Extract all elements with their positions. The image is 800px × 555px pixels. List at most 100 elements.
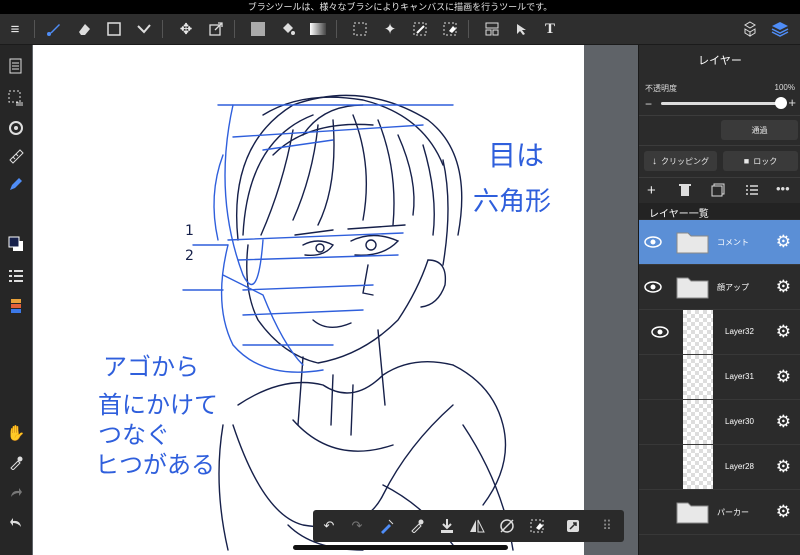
clipping-button[interactable]: ↓ クリッピング (644, 151, 717, 171)
layer-settings-gear-icon[interactable]: ⚙ (776, 457, 791, 477)
gradient-tool-button[interactable] (306, 17, 330, 41)
correction-icon (381, 519, 394, 534)
stroke-correction-button[interactable] (376, 515, 398, 537)
layer-name: Layer28 (725, 462, 754, 471)
visibility-eye-icon[interactable] (644, 235, 662, 249)
expand-icon (567, 520, 579, 532)
select-eraser-icon (530, 519, 544, 533)
layer-list-icon (9, 270, 23, 282)
opacity-decrease-button[interactable]: − (645, 97, 652, 111)
brush-icon (47, 24, 60, 36)
clear-selection-button[interactable] (526, 515, 548, 537)
eyedropper-quick-button[interactable] (406, 515, 428, 537)
layer-row-comment[interactable]: コメント ⚙ (639, 220, 800, 265)
save-quick-button[interactable] (436, 515, 458, 537)
annotation-line: 首にかけて (98, 391, 218, 419)
layer-row-layer31[interactable]: Layer31 ⚙ (639, 355, 800, 400)
pages-button[interactable] (3, 53, 29, 79)
move-tool-button[interactable]: ✥ (174, 17, 198, 41)
layer-panel: レイヤー 不透明度 100% − + 通過 ↓ クリッピング ■ ロック + •… (638, 45, 800, 555)
layer-settings-gear-icon[interactable]: ⚙ (776, 367, 791, 387)
layer-settings-gear-icon[interactable]: ⚙ (776, 412, 791, 432)
add-layer-button[interactable]: + (647, 182, 656, 199)
delete-layer-button[interactable] (679, 183, 691, 202)
annotation-line: つなぐ (98, 421, 170, 449)
magic-wand-button[interactable]: ✦ (378, 17, 402, 41)
select-all-button[interactable] (3, 85, 29, 111)
layer-name: コメント (717, 238, 749, 247)
blend-mode-button[interactable]: 通過 (721, 120, 798, 140)
fill-dots-tool-button[interactable] (132, 17, 156, 41)
color-square-icon (251, 22, 265, 36)
menu-icon[interactable]: ≡ (3, 17, 27, 41)
redo-button[interactable] (3, 480, 29, 506)
left-toolbar: ✋ (0, 45, 32, 555)
lock-button[interactable]: ■ ロック (723, 151, 798, 171)
more-options-button[interactable]: ••• (776, 181, 790, 196)
hand-tool-button[interactable]: ✋ (3, 420, 29, 446)
undo-button[interactable] (3, 510, 29, 536)
layer-row-layer32[interactable]: Layer32 ⚙ (639, 310, 800, 355)
opacity-slider-knob[interactable] (775, 97, 787, 109)
layer-list-header: レイヤー一覧 (639, 203, 800, 220)
eyedropper-button[interactable] (3, 450, 29, 476)
duplicate-layer-button[interactable] (711, 183, 725, 202)
operation-tool-button[interactable] (510, 17, 534, 41)
select-all-icon (8, 90, 23, 106)
drawing-canvas[interactable]: 目は 六角形 アゴから 首にかけて つなぐ ヒつがある 1 2 (33, 45, 584, 555)
plus-icon: + (647, 182, 656, 199)
layer-list-button[interactable] (3, 263, 29, 289)
eraser-icon (79, 24, 90, 35)
layer-settings-gear-icon[interactable]: ⚙ (776, 277, 791, 297)
rotate-icon (9, 121, 23, 135)
rotate-reset-button[interactable] (496, 515, 518, 537)
rectangle-tool-button[interactable] (102, 17, 126, 41)
visibility-eye-icon[interactable] (651, 325, 669, 339)
color-button[interactable] (3, 231, 29, 257)
layer-properties-button[interactable] (745, 183, 759, 202)
layer-thumbnail (683, 355, 713, 399)
opacity-slider[interactable] (661, 97, 787, 109)
layer-row-layer28[interactable]: Layer28 ⚙ (639, 445, 800, 490)
rectangle-icon (107, 22, 121, 36)
text-tool-button[interactable]: T (538, 17, 562, 41)
tool-hint-text: ブラシツールは、様々なブラシによりキャンバスに描画を行うツールです。 (247, 2, 553, 12)
layer-settings-gear-icon[interactable]: ⚙ (776, 322, 791, 342)
materials-button[interactable] (738, 17, 762, 41)
materials-icon (744, 21, 756, 37)
bucket-tool-button[interactable] (276, 17, 300, 41)
pages-icon (9, 58, 22, 74)
chin-annotation: アゴから 首にかけて つなぐ ヒつがある (95, 353, 218, 479)
brush-tool-button[interactable] (42, 17, 66, 41)
opacity-increase-button[interactable]: + (788, 95, 796, 110)
layer-row-layer30[interactable]: Layer30 ⚙ (639, 400, 800, 445)
redo-quick-button[interactable]: ↷ (346, 515, 368, 537)
palette-button[interactable] (3, 295, 29, 321)
toolbar-divider (234, 20, 235, 38)
opacity-value: 100% (774, 83, 795, 92)
annotation-line: ヒつがある (95, 451, 215, 479)
rotate-button[interactable] (3, 115, 29, 141)
flip-horizontal-button[interactable] (466, 515, 488, 537)
eraser-tool-button[interactable] (72, 17, 96, 41)
fullscreen-button[interactable] (562, 515, 584, 537)
layer-row-face-up[interactable]: 顔アップ ⚙ (639, 265, 800, 310)
select-pen-button[interactable] (408, 17, 432, 41)
visibility-eye-icon[interactable] (644, 280, 662, 294)
transform-tool-button[interactable] (204, 17, 228, 41)
fill-color-button[interactable] (246, 17, 270, 41)
hand-icon: ✋ (6, 425, 26, 442)
home-indicator[interactable] (293, 545, 508, 550)
select-eraser-button[interactable] (438, 17, 462, 41)
layer-settings-gear-icon[interactable]: ⚙ (776, 232, 791, 252)
layer-settings-gear-icon[interactable]: ⚙ (776, 502, 791, 522)
layer-row-parka[interactable]: パーカー ⚙ (639, 490, 800, 535)
pen-pressure-button[interactable] (3, 171, 29, 197)
layer-thumbnail (683, 310, 713, 354)
toolbar-grip-handle[interactable]: ⠿ (596, 515, 618, 537)
ruler-button[interactable] (3, 143, 29, 169)
layout-button[interactable] (480, 17, 504, 41)
undo-quick-button[interactable]: ↶ (318, 515, 340, 537)
layers-panel-button[interactable] (768, 17, 792, 41)
select-rect-button[interactable] (348, 17, 372, 41)
